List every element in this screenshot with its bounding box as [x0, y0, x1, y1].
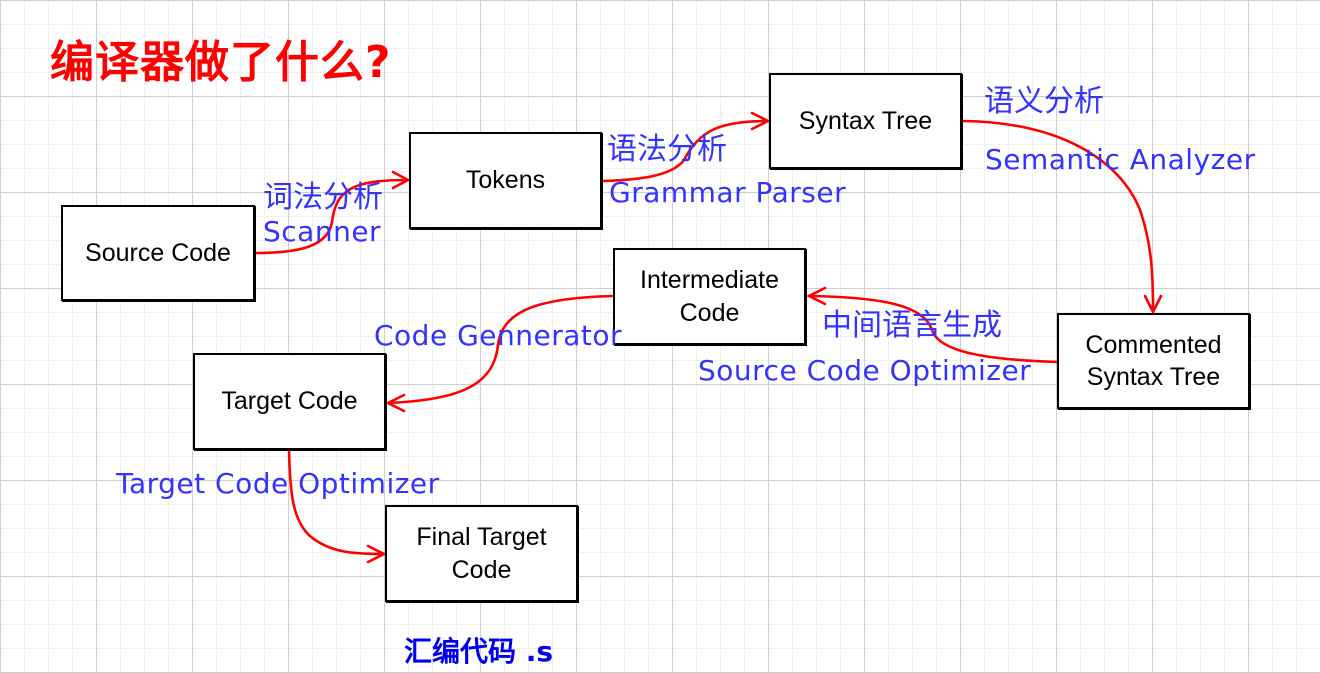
arrow-intermediate-to-target: [385, 294, 614, 413]
node-tokens[interactable]: Tokens: [409, 132, 602, 229]
node-label-line: Syntax Tree: [1086, 363, 1221, 391]
edge-label-scanner-en: Scanner: [263, 215, 382, 248]
node-label: Commented Syntax Tree: [1085, 329, 1221, 394]
node-commented-syntax-tree[interactable]: Commented Syntax Tree: [1057, 313, 1250, 409]
edge-label-ir-cn: 中间语言生成: [822, 308, 1002, 343]
edge-label-parser-en: Grammar Parser: [609, 176, 847, 209]
node-label: Target Code: [221, 387, 358, 416]
edge-label-semantic-en: Semantic Analyzer: [985, 143, 1256, 176]
node-label: Intermediate Code: [640, 264, 779, 329]
edge-line: [287, 448, 386, 556]
node-label-line: Code: [451, 555, 512, 584]
node-label-line: Final Target: [416, 523, 547, 551]
node-final-target-code[interactable]: Final Target Code: [385, 505, 578, 602]
node-label-line: Intermediate: [640, 266, 779, 294]
node-label: Final Target Code: [416, 521, 546, 586]
edge-label-target-opt-en: Target Code Optimizer: [116, 467, 440, 500]
node-syntax-tree[interactable]: Syntax Tree: [769, 73, 962, 169]
node-label: Tokens: [465, 166, 546, 195]
node-label-line: Commented: [1085, 330, 1222, 359]
edge-label-semantic-cn: 语义分析: [984, 84, 1104, 119]
node-target-code[interactable]: Target Code: [193, 353, 386, 450]
output-format-note: 汇编代码 .s: [404, 635, 554, 668]
node-intermediate-code[interactable]: Intermediate Code: [613, 248, 806, 345]
edge-label-parser-cn: 语法分析: [607, 132, 727, 167]
edge-label-ir-en: Source Code Optimizer: [698, 354, 1032, 387]
edge-label-scanner-cn: 词法分析: [263, 180, 383, 215]
node-label-line: Code: [679, 298, 740, 327]
node-source-code[interactable]: Source Code: [61, 205, 255, 301]
node-label: Syntax Tree: [798, 106, 933, 135]
edge-label-codegen-en: Code Gennerator: [374, 319, 623, 352]
node-label: Source Code: [85, 238, 231, 267]
